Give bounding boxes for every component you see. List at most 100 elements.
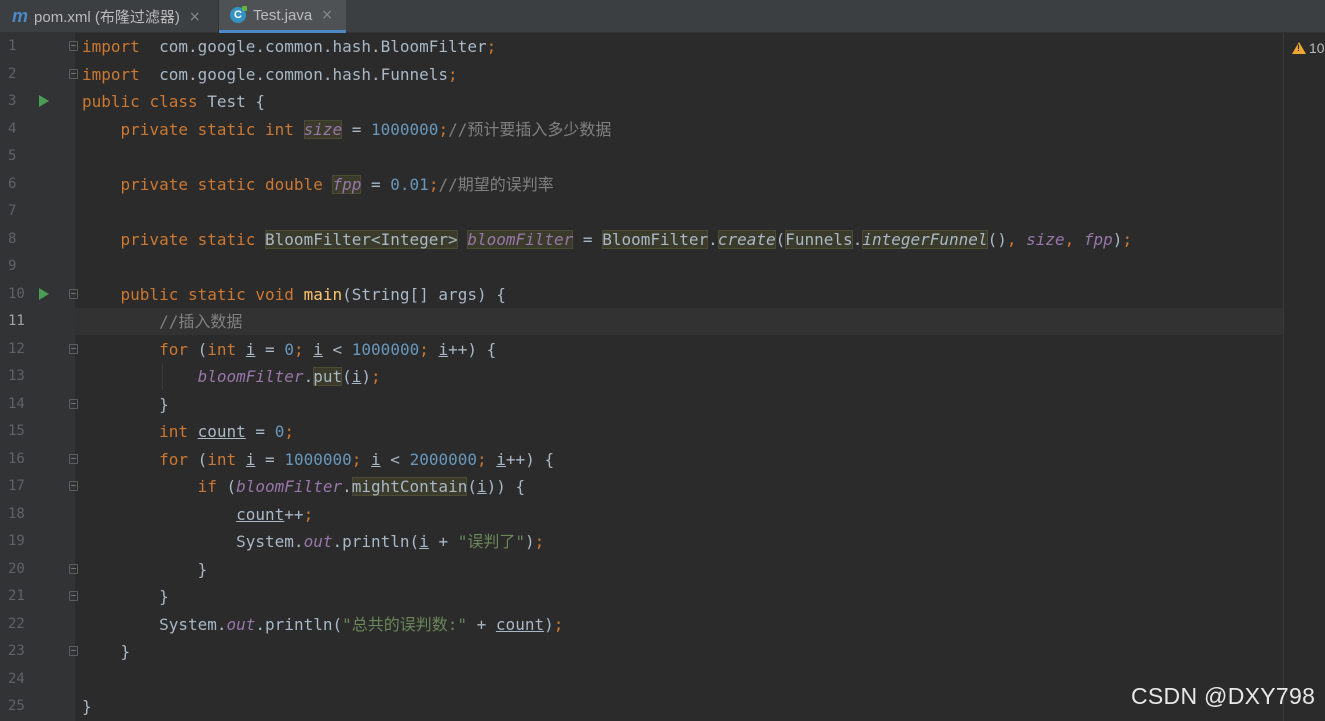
class-ref: Funnels bbox=[785, 229, 853, 249]
gutter-line: 1 bbox=[0, 33, 78, 60]
field-ref: bloomFilter bbox=[197, 367, 304, 386]
close-icon[interactable]: × bbox=[321, 7, 333, 23]
field-fpp: fpp bbox=[332, 174, 362, 194]
code-line[interactable]: for (int i = 0; i < 1000000; i++) { bbox=[75, 336, 1283, 363]
gutter-line: 18 bbox=[0, 501, 75, 528]
field-ref: bloomFilter bbox=[236, 477, 343, 496]
gutter-line: 22 bbox=[0, 611, 75, 638]
gutter-line: 11 bbox=[0, 308, 75, 335]
paren: ( bbox=[342, 367, 352, 386]
static-method: integerFunnel bbox=[862, 229, 988, 249]
code-line[interactable]: } bbox=[75, 556, 1283, 583]
variable: i bbox=[351, 367, 362, 386]
number: 0 bbox=[274, 422, 285, 441]
line-number: 5 bbox=[8, 148, 17, 164]
paren: )) { bbox=[486, 477, 526, 496]
semicolon: ; bbox=[477, 449, 497, 469]
code-line[interactable]: import com.google.common.hash.Funnels; bbox=[75, 61, 1283, 88]
dot: . bbox=[216, 614, 227, 634]
code-line[interactable]: int count = 0; bbox=[75, 418, 1283, 445]
semicolon: ; bbox=[1122, 229, 1133, 249]
semicolon: ; bbox=[293, 339, 314, 359]
field-ref: out bbox=[303, 532, 333, 551]
code-line[interactable]: private static int size = 1000000;//预计要插… bbox=[75, 116, 1283, 143]
gutter-line: 17 bbox=[0, 473, 78, 500]
code-line[interactable]: if (bloomFilter.mightContain(i)) { bbox=[75, 473, 1283, 500]
keyword: if bbox=[197, 477, 217, 496]
semicolon: ; bbox=[486, 37, 497, 56]
keyword: int bbox=[159, 422, 188, 441]
gutter-line: 15 bbox=[0, 418, 75, 445]
run-icon[interactable] bbox=[39, 95, 49, 107]
method-call: mightContain bbox=[351, 477, 468, 496]
code-editor[interactable]: import com.google.common.hash.BloomFilte… bbox=[75, 33, 1283, 721]
line-number: 11 bbox=[8, 313, 25, 329]
brace: } bbox=[82, 697, 92, 716]
variable: i bbox=[313, 339, 323, 359]
line-number-gutter[interactable]: 1 2 3 4 5 6 7 8 9 10 11 12 13 14 15 16 1… bbox=[0, 33, 78, 721]
line-number: 1 bbox=[8, 38, 17, 54]
code-line[interactable]: public static void main(String[] args) { bbox=[75, 281, 1283, 308]
code-line[interactable]: } bbox=[75, 693, 1283, 720]
import-path: com.google.common.hash.BloomFilter bbox=[139, 37, 487, 56]
close-icon[interactable]: × bbox=[189, 9, 201, 25]
code-line[interactable]: System.out.println("总共的误判数:" + count); bbox=[75, 611, 1283, 638]
line-number: 14 bbox=[8, 395, 25, 412]
keyword: for bbox=[159, 339, 188, 359]
run-icon[interactable] bbox=[39, 287, 49, 300]
operator: < bbox=[322, 339, 352, 359]
semicolon: ; bbox=[303, 504, 314, 524]
keyword: private static bbox=[120, 229, 256, 249]
code-line[interactable]: } bbox=[75, 391, 1283, 418]
tab-label: pom.xml (布隆过滤器) bbox=[34, 9, 180, 26]
inspection-widget[interactable]: 10 bbox=[1292, 40, 1325, 56]
gutter-line: 19 bbox=[0, 528, 75, 555]
operator: = bbox=[573, 229, 603, 249]
code-line[interactable]: } bbox=[75, 638, 1283, 665]
code-line[interactable]: } bbox=[75, 583, 1283, 610]
tab-test-java[interactable]: C Test.java × bbox=[219, 0, 346, 33]
keyword: int bbox=[207, 449, 237, 469]
class-ref: BloomFilter bbox=[602, 229, 709, 249]
paren: ( bbox=[775, 229, 786, 249]
dot: . bbox=[303, 367, 314, 386]
line-number: 12 bbox=[8, 340, 25, 357]
increment: ++) { bbox=[448, 339, 497, 359]
variable: i bbox=[496, 449, 506, 469]
code-line[interactable]: count++; bbox=[75, 501, 1283, 528]
right-margin-line bbox=[1283, 33, 1284, 721]
gutter-line: 7 bbox=[0, 198, 75, 225]
semicolon: ; bbox=[534, 532, 545, 551]
import-path: com.google.common.hash.Funnels bbox=[139, 64, 449, 84]
field-ref: out bbox=[226, 614, 256, 634]
line-number: 13 bbox=[8, 368, 25, 384]
line-number: 23 bbox=[8, 643, 25, 659]
operator: = bbox=[342, 119, 371, 139]
code-line[interactable]: System.out.println(i + "误判了"); bbox=[75, 528, 1283, 555]
maven-icon: m bbox=[12, 6, 29, 26]
operator: + bbox=[467, 614, 496, 634]
line-number: 21 bbox=[8, 588, 25, 604]
variable: i bbox=[476, 477, 487, 496]
code-line[interactable]: public class Test { bbox=[75, 88, 1283, 115]
gutter-line: 3 bbox=[0, 88, 75, 115]
gutter-line: 16 bbox=[0, 446, 78, 473]
number: 1000000 bbox=[371, 119, 439, 139]
tab-pom-xml[interactable]: m pom.xml (布隆过滤器) × bbox=[0, 0, 218, 33]
code-line[interactable]: bloomFilter.put(i); bbox=[75, 363, 1283, 390]
watermark: CSDN @DXY798 bbox=[1131, 683, 1316, 709]
keyword: int bbox=[207, 339, 237, 359]
semicolon: ; bbox=[428, 174, 439, 194]
code-line[interactable]: import com.google.common.hash.BloomFilte… bbox=[75, 33, 1283, 60]
code-line[interactable]: private static double fpp = 0.01;//期望的误判… bbox=[75, 171, 1283, 198]
number: 0.01 bbox=[390, 174, 429, 194]
line-number: 17 bbox=[8, 478, 25, 494]
semicolon: ; bbox=[448, 64, 458, 84]
gutter-line: 8 bbox=[0, 226, 75, 253]
code-line-current[interactable]: //插入数据 bbox=[75, 308, 1283, 335]
variable: i bbox=[371, 449, 381, 469]
dot: . bbox=[342, 477, 352, 496]
warning-icon bbox=[1292, 42, 1306, 54]
code-line[interactable]: for (int i = 1000000; i < 2000000; i++) … bbox=[75, 446, 1283, 473]
code-line[interactable]: private static BloomFilter<Integer> bloo… bbox=[75, 226, 1283, 253]
